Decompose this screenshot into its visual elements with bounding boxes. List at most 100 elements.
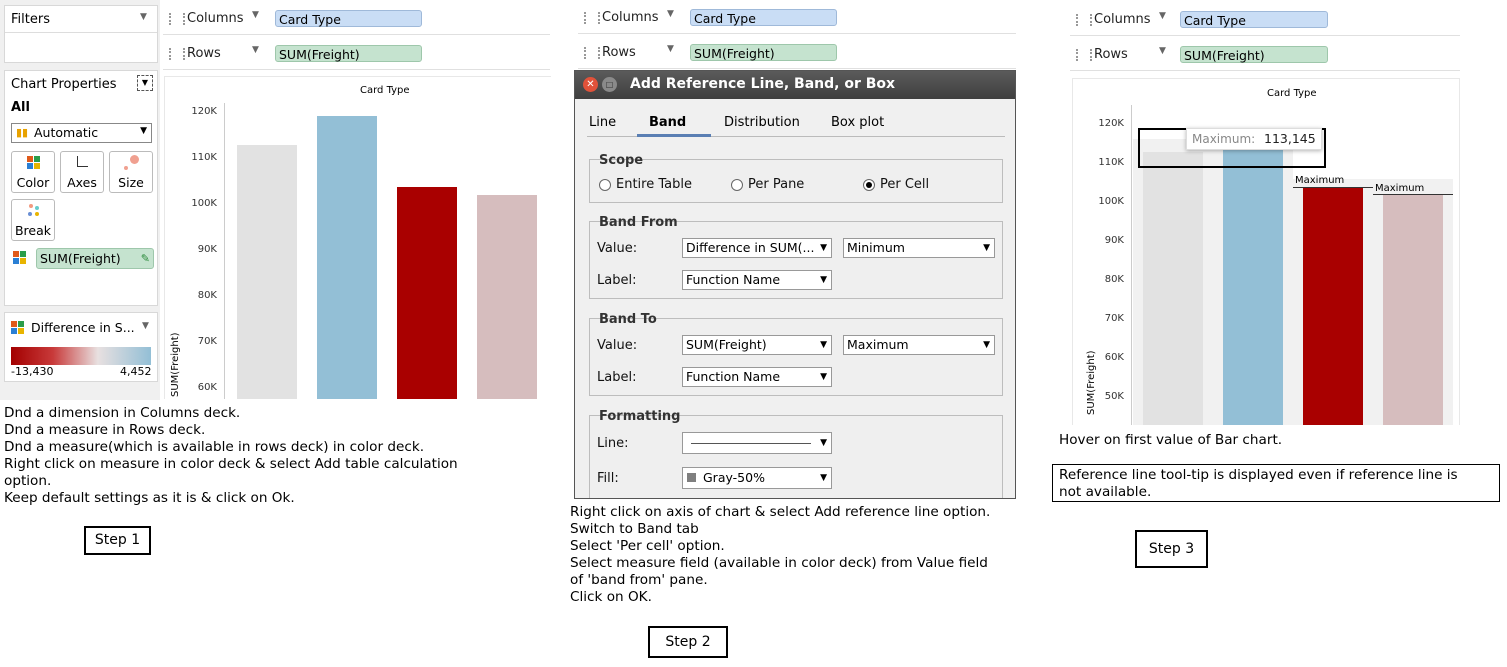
chart-bar[interactable]	[1303, 187, 1363, 425]
break-button-label: Break	[14, 223, 52, 238]
y-tick-label: 100K	[1098, 196, 1124, 207]
table-calc-icon: ✎	[140, 252, 150, 265]
tab-line[interactable]: Line	[589, 115, 616, 130]
rows-shelf: Rows ▼ SUM(Freight)	[578, 38, 1016, 69]
rows-pill[interactable]: SUM(Freight)	[275, 45, 422, 62]
radio-entire-table[interactable]	[599, 179, 611, 191]
band-from-label-label: Label:	[597, 273, 637, 288]
observation-line: not available.	[1059, 484, 1152, 500]
tooltip-value: 113,145	[1264, 131, 1316, 146]
band-to-label-select[interactable]: Function Name ▼	[682, 367, 832, 387]
columns-label: Columns	[187, 11, 244, 26]
chevron-down-icon[interactable]: ▼	[252, 45, 259, 55]
chevron-down-icon[interactable]: ▼	[252, 10, 259, 20]
all-label: All	[11, 100, 30, 115]
chevron-down-icon[interactable]: ▼	[1159, 11, 1166, 21]
chart-bar[interactable]	[1223, 127, 1283, 425]
radio-per-pane[interactable]	[731, 179, 743, 191]
y-tick-label: 60K	[197, 382, 217, 393]
chevron-down-icon: ▼	[983, 243, 990, 253]
axes-button[interactable]: Axes	[60, 151, 104, 193]
rows-pill[interactable]: SUM(Freight)	[690, 44, 837, 61]
legend-menu-icon[interactable]: ▼	[142, 321, 149, 331]
y-tick-label: 120K	[191, 106, 217, 117]
fill-color-select[interactable]: Gray-50% ▼	[682, 467, 832, 489]
band-from-value-select[interactable]: Difference in SUM(... ▼	[682, 238, 832, 258]
columns-shelf: Columns ▼ Card Type	[163, 4, 550, 35]
band-to-value-label: Value:	[597, 338, 638, 353]
reference-line-label: Maximum	[1295, 175, 1345, 187]
color-button[interactable]: Color	[11, 151, 55, 193]
legend-max: 4,452	[120, 365, 152, 378]
chevron-down-icon: ▼	[820, 340, 827, 350]
line-style-select[interactable]: ▼	[682, 432, 832, 454]
chevron-down-icon: ▼	[820, 243, 827, 253]
fill-swatch	[687, 473, 696, 482]
line-label: Line:	[597, 436, 629, 451]
grip-icon	[1076, 49, 1092, 61]
step3-instruction: Hover on first value of Bar chart.	[1059, 432, 1283, 448]
close-icon[interactable]: ✕	[583, 77, 598, 92]
columns-label: Columns	[602, 10, 659, 25]
band-to-aggregation-select[interactable]: Maximum ▼	[843, 335, 995, 355]
y-tick-label: 60K	[1104, 352, 1124, 363]
scope-title: Scope	[599, 153, 644, 168]
instruction-line: Right click on measure in color deck & s…	[4, 456, 458, 472]
legend-title: Difference in S...	[31, 320, 135, 335]
chart-bar[interactable]	[317, 116, 377, 399]
band-from-label-select[interactable]: Function Name ▼	[682, 270, 832, 290]
break-button[interactable]: Break	[11, 199, 55, 241]
chevron-down-icon: ▼	[983, 340, 990, 350]
chevron-down-icon: ▼	[140, 126, 147, 136]
rows-shelf: Rows ▼ SUM(Freight)	[1070, 40, 1460, 71]
y-tick-label: 100K	[191, 198, 217, 209]
band-from-value-label: Value:	[597, 241, 638, 256]
tab-distribution[interactable]: Distribution	[724, 115, 800, 130]
chart-bar[interactable]	[1143, 151, 1203, 425]
y-tick-label: 80K	[197, 290, 217, 301]
filters-menu-icon[interactable]: ▼	[140, 12, 147, 22]
rows-pill[interactable]: SUM(Freight)	[1180, 46, 1328, 63]
size-button-label: Size	[118, 175, 144, 190]
chart-bar[interactable]	[397, 186, 457, 399]
reference-line[interactable]	[1373, 194, 1453, 196]
band-to-label-label: Label:	[597, 370, 637, 385]
grip-icon	[584, 47, 600, 59]
band-to-value-select[interactable]: SUM(Freight) ▼	[682, 335, 832, 355]
instruction-line: option.	[4, 473, 52, 489]
chart-bar[interactable]	[477, 194, 537, 399]
maximize-icon[interactable]: □	[602, 77, 617, 92]
rows-label: Rows	[1094, 47, 1128, 62]
grip-icon	[169, 13, 185, 25]
instruction-line: of 'band from' pane.	[570, 572, 708, 588]
chevron-down-icon[interactable]: ▼	[667, 44, 674, 54]
chart-properties-menu-icon[interactable]: ▼	[137, 75, 153, 91]
color-legend-card: Difference in S... ▼ -13,430 4,452	[4, 312, 158, 382]
chevron-down-icon[interactable]: ▼	[667, 9, 674, 19]
size-icon	[130, 155, 139, 164]
radio-per-cell[interactable]	[863, 179, 875, 191]
mark-type-select[interactable]: ▮▮ Automatic ▼	[11, 123, 152, 143]
band-from-aggregation-select[interactable]: Minimum ▼	[843, 238, 995, 258]
instruction-line: Select 'Per cell' option.	[570, 538, 725, 554]
y-tick-label: 70K	[197, 336, 217, 347]
columns-pill[interactable]: Card Type	[690, 9, 837, 26]
chart-bar[interactable]	[237, 144, 297, 399]
chart1-axis[interactable]	[224, 103, 225, 399]
columns-shelf: Columns ▼ Card Type	[578, 3, 1016, 34]
bar-chart-icon: ▮▮	[16, 126, 29, 139]
reference-line-dialog: ✕ □ Add Reference Line, Band, or Box Lin…	[574, 70, 1016, 499]
tab-box-plot[interactable]: Box plot	[831, 115, 884, 130]
grip-icon	[1076, 14, 1092, 26]
chart-bar[interactable]	[1383, 194, 1443, 425]
columns-pill[interactable]: Card Type	[275, 10, 422, 27]
chart2-axis[interactable]	[1131, 105, 1132, 425]
size-button[interactable]: Size	[109, 151, 153, 193]
color-deck-pill[interactable]: SUM(Freight) ✎	[36, 248, 154, 269]
chevron-down-icon: ▼	[820, 438, 827, 448]
columns-pill[interactable]: Card Type	[1180, 11, 1328, 28]
chevron-down-icon[interactable]: ▼	[1159, 46, 1166, 56]
reference-line[interactable]	[1293, 187, 1373, 189]
filters-card: Filters ▼	[4, 5, 158, 63]
tab-band[interactable]: Band	[649, 115, 686, 130]
